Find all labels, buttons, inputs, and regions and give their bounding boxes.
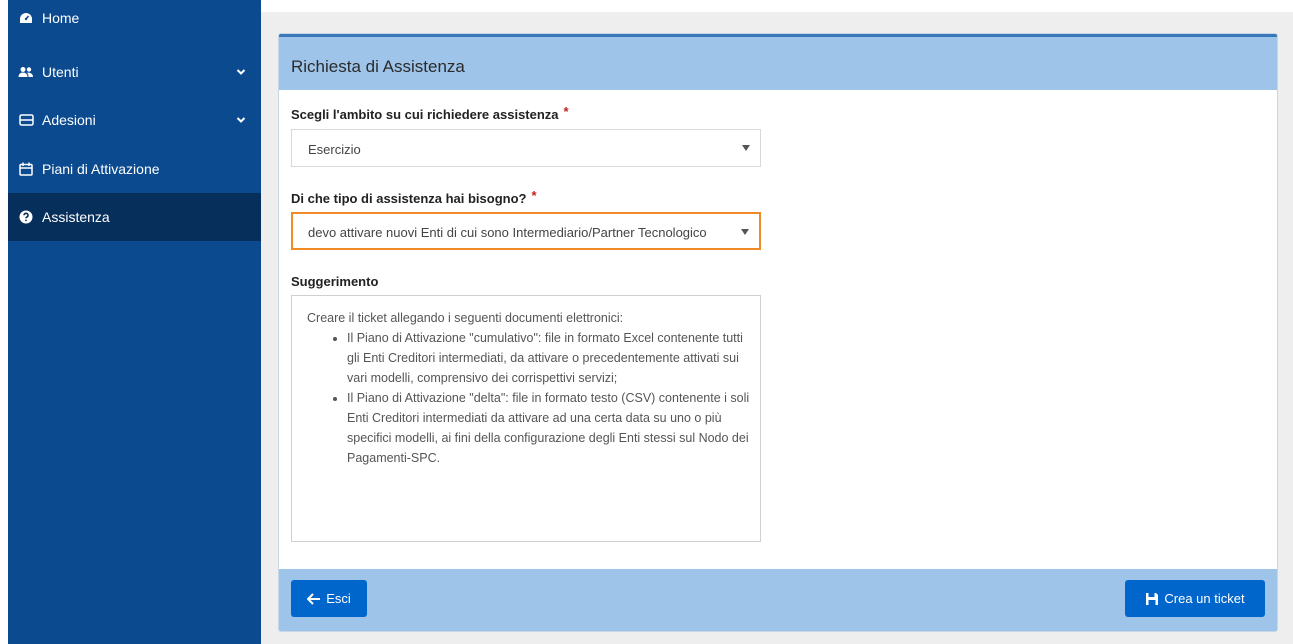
- create-ticket-button[interactable]: Crea un ticket: [1125, 580, 1265, 617]
- chevron-down-icon: [236, 117, 246, 123]
- ambito-select[interactable]: Esercizio: [291, 129, 761, 167]
- tipo-select-value: devo attivare nuovi Enti di cui sono Int…: [308, 225, 707, 240]
- tipo-label: Di che tipo di assistenza hai bisogno? *: [291, 188, 537, 206]
- sidebar-item-home[interactable]: Home: [8, 0, 261, 38]
- sidebar-item-label: Piani di Attivazione: [42, 161, 160, 177]
- users-icon: [18, 64, 34, 80]
- sidebar-item-label: Home: [42, 10, 80, 26]
- dropdown-arrow-icon: [741, 229, 749, 235]
- assistance-request-panel: Richiesta di Assistenza Scegli l'ambito …: [278, 33, 1278, 632]
- panel-header: Richiesta di Assistenza: [279, 34, 1277, 90]
- hint-box: Creare il ticket allegando i seguenti do…: [291, 295, 761, 542]
- document-icon: [18, 112, 34, 128]
- hint-list: Il Piano di Attivazione "cumulativo": fi…: [307, 328, 750, 468]
- sidebar-item-label: Utenti: [42, 64, 79, 80]
- ambito-select-value: Esercizio: [308, 142, 361, 157]
- arrow-left-icon: [307, 592, 321, 605]
- ambito-label: Scegli l'ambito su cui richiedere assist…: [291, 104, 569, 122]
- sidebar-item-utenti[interactable]: Utenti: [8, 48, 261, 96]
- dashboard-icon: [18, 10, 34, 26]
- ambito-label-text: Scegli l'ambito su cui richiedere assist…: [291, 107, 559, 122]
- chevron-down-icon: [236, 69, 246, 75]
- sidebar-item-assistenza[interactable]: Assistenza: [8, 193, 261, 241]
- required-marker: *: [531, 188, 537, 203]
- dropdown-arrow-icon: [742, 145, 750, 151]
- sidebar: Home Utenti Adesioni Piani di Attivazion…: [8, 0, 261, 644]
- panel-footer: Esci Crea un ticket: [279, 569, 1277, 631]
- required-marker: *: [563, 104, 569, 119]
- tipo-label-text: Di che tipo di assistenza hai bisogno?: [291, 191, 527, 206]
- page-title: Richiesta di Assistenza: [291, 57, 465, 76]
- create-ticket-label: Crea un ticket: [1164, 591, 1245, 606]
- calendar-icon: [18, 161, 34, 177]
- hint-item: Il Piano di Attivazione "delta": file in…: [347, 388, 750, 468]
- question-icon: [18, 209, 34, 225]
- sidebar-item-label: Assistenza: [42, 209, 110, 225]
- hint-intro: Creare il ticket allegando i seguenti do…: [307, 311, 624, 325]
- hint-item: Il Piano di Attivazione "cumulativo": fi…: [347, 328, 750, 388]
- sidebar-item-label: Adesioni: [42, 112, 96, 128]
- sidebar-item-piani[interactable]: Piani di Attivazione: [8, 145, 261, 193]
- save-icon: [1146, 592, 1159, 605]
- tipo-select[interactable]: devo attivare nuovi Enti di cui sono Int…: [291, 212, 761, 250]
- back-button-label: Esci: [326, 591, 351, 606]
- hint-label: Suggerimento: [291, 274, 379, 289]
- back-button[interactable]: Esci: [291, 580, 367, 617]
- sidebar-item-adesioni[interactable]: Adesioni: [8, 96, 261, 144]
